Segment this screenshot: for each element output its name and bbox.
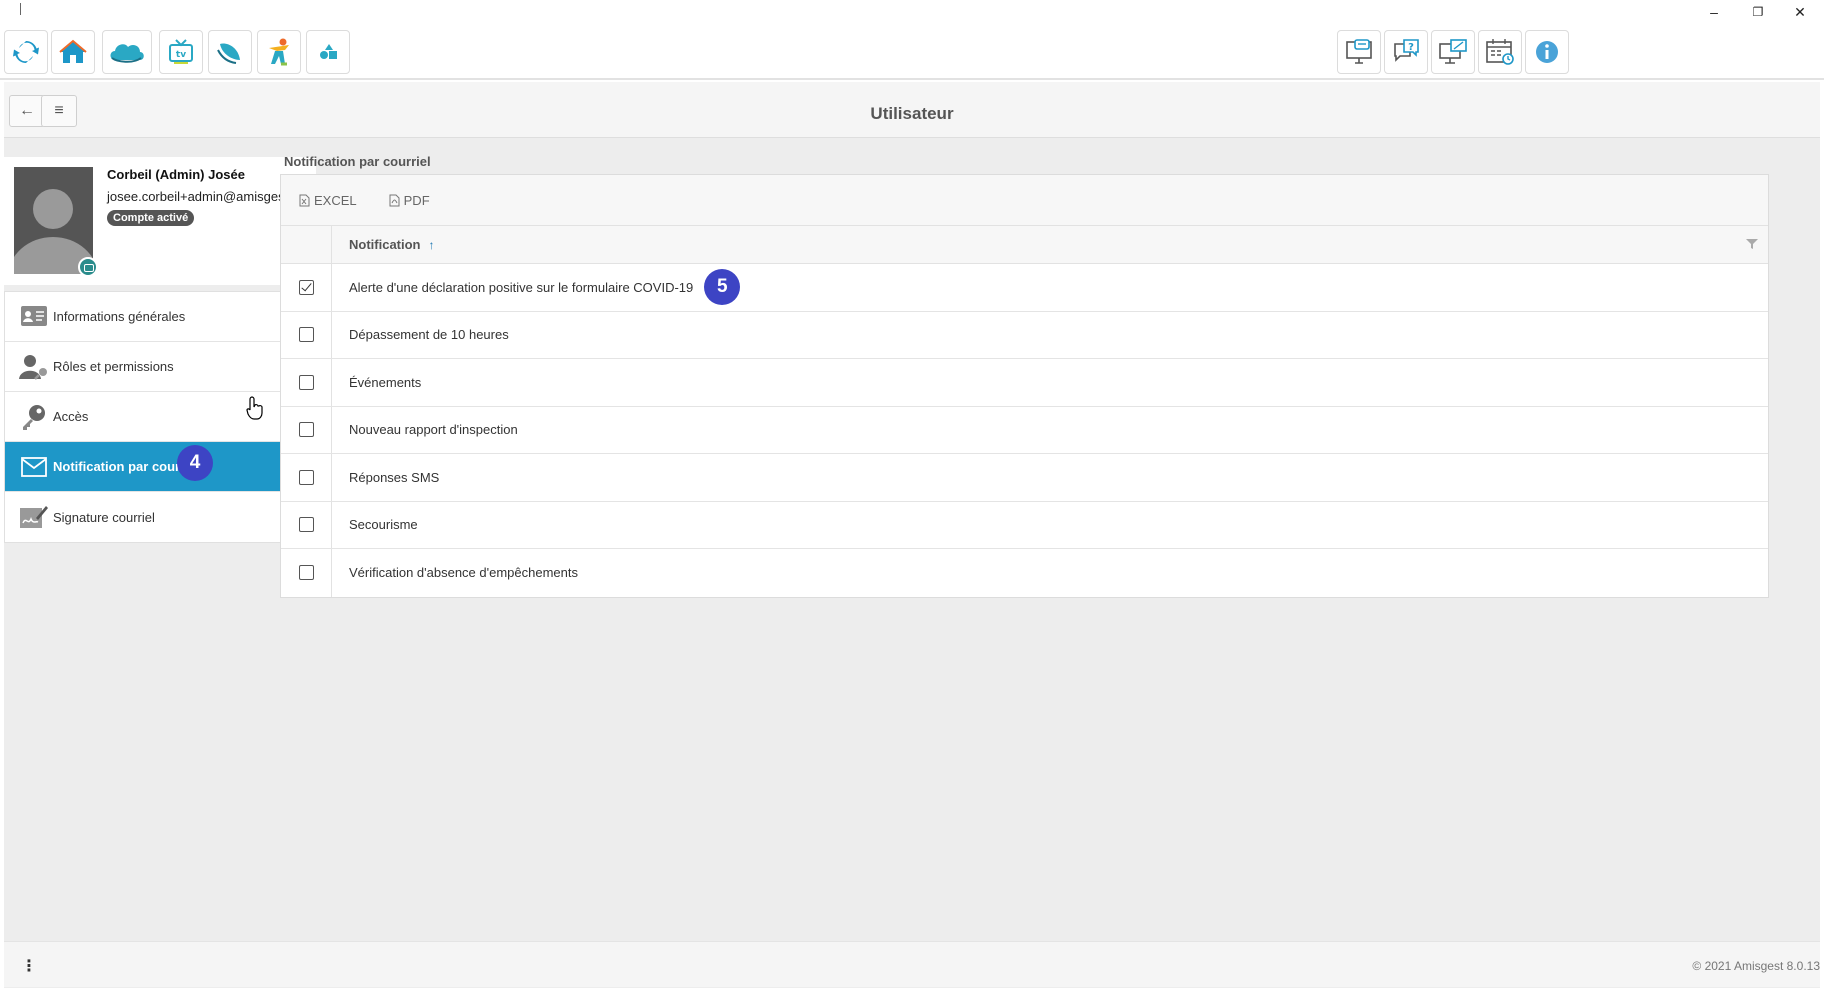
notification-grid: EXCEL PDF Notification ↑ Alerte d'une dé… bbox=[280, 174, 1769, 598]
export-pdf-button[interactable]: PDF bbox=[389, 193, 430, 208]
envelope-icon bbox=[19, 453, 49, 481]
close-button[interactable]: ✕ bbox=[1789, 2, 1811, 22]
sidebar-item-roles-permissions[interactable]: Rôles et permissions bbox=[5, 342, 315, 392]
minimize-button[interactable]: – bbox=[1703, 2, 1725, 22]
id-card-icon bbox=[19, 303, 49, 331]
monitor-chat-icon bbox=[1346, 39, 1372, 64]
user-name: Corbeil (Admin) Josée bbox=[107, 167, 245, 182]
svg-text:?: ? bbox=[1408, 42, 1414, 53]
page-header: ← ≡ Utilisateur bbox=[4, 82, 1820, 138]
key-icon bbox=[19, 403, 49, 431]
pdf-file-icon bbox=[389, 194, 400, 206]
monitor-sync-icon bbox=[1439, 39, 1467, 64]
user-key-icon bbox=[19, 353, 49, 381]
table-row: Réponses SMS bbox=[281, 454, 1768, 502]
hand-pointer-icon bbox=[246, 396, 263, 420]
table-row: Vérification d'absence d'empêchements bbox=[281, 549, 1768, 597]
leaf-button[interactable] bbox=[208, 30, 252, 74]
window-titlebar: – ❐ ✕ bbox=[0, 0, 1824, 24]
row-label: Réponses SMS bbox=[349, 469, 440, 485]
step-badge: 4 bbox=[177, 445, 213, 481]
column-header-notification[interactable]: Notification ↑ bbox=[332, 226, 1768, 263]
row-checkbox[interactable] bbox=[298, 517, 314, 533]
row-label: Vérification d'absence d'empêchements bbox=[349, 565, 578, 581]
figure-button[interactable] bbox=[257, 30, 301, 74]
monitor-sync-button[interactable] bbox=[1431, 30, 1475, 74]
grid-header-row: Notification ↑ bbox=[281, 226, 1768, 264]
sidebar-item-informations-generales[interactable]: Informations générales bbox=[5, 292, 315, 342]
help-chat-button[interactable]: ? bbox=[1384, 30, 1428, 74]
svg-text:tv: tv bbox=[176, 50, 186, 60]
export-excel-button[interactable]: EXCEL bbox=[299, 193, 357, 208]
refresh-icon bbox=[13, 40, 39, 64]
row-label: Dépassement de 10 heures bbox=[349, 327, 509, 343]
header-check-column bbox=[281, 226, 332, 263]
export-excel-label: EXCEL bbox=[314, 192, 357, 208]
row-checkbox[interactable] bbox=[298, 374, 314, 390]
sort-ascending-icon: ↑ bbox=[428, 237, 435, 252]
section-title: Notification par courriel bbox=[284, 154, 431, 169]
table-row: Secourisme bbox=[281, 501, 1768, 549]
info-button[interactable] bbox=[1525, 30, 1569, 74]
table-row: Dépassement de 10 heures bbox=[281, 311, 1768, 359]
refresh-button[interactable] bbox=[4, 30, 48, 74]
app-body: ← ≡ Utilisateur Corbeil (Admin) Josée jo… bbox=[4, 82, 1820, 988]
leaf-icon bbox=[217, 43, 240, 64]
row-label: Événements bbox=[349, 374, 422, 390]
info-icon bbox=[1536, 41, 1558, 63]
row-checkbox[interactable] bbox=[298, 422, 314, 438]
sidebar-item-notification-courriel[interactable]: Notification par courriel 4 bbox=[5, 442, 315, 492]
sidebar-item-signature-courriel[interactable]: Signature courriel bbox=[5, 492, 315, 542]
cloud-button[interactable] bbox=[102, 30, 152, 74]
user-side-menu: Informations générales Rôles et permissi… bbox=[4, 291, 316, 543]
table-row: Alerte d'une déclaration positive sur le… bbox=[281, 264, 1768, 312]
column-header-label: Notification bbox=[349, 237, 421, 252]
status-badge: Compte activé bbox=[107, 210, 195, 226]
row-checkbox[interactable] bbox=[298, 469, 314, 485]
shapes-icon bbox=[320, 44, 337, 59]
page-footer: ⋮ © 2021 Amisgest 8.0.13 bbox=[4, 941, 1820, 987]
table-row: Événements bbox=[281, 359, 1768, 407]
figure-icon bbox=[269, 38, 289, 66]
grid-toolbar: EXCEL PDF bbox=[281, 175, 1768, 226]
user-profile-card: Corbeil (Admin) Josée josee.corbeil+admi… bbox=[4, 157, 316, 285]
tv-icon: tv bbox=[169, 39, 193, 64]
more-options-button[interactable]: ⋮ bbox=[21, 956, 37, 976]
table-row: Nouveau rapport d'inspection bbox=[281, 406, 1768, 454]
row-checkbox[interactable] bbox=[298, 279, 314, 295]
monitor-chat-button[interactable] bbox=[1337, 30, 1381, 74]
help-chat-icon: ? bbox=[1394, 39, 1419, 62]
page-title: Utilisateur bbox=[870, 104, 954, 123]
text-caret bbox=[20, 3, 21, 15]
calendar-clock-icon bbox=[1486, 39, 1514, 65]
signature-icon bbox=[19, 503, 49, 531]
shapes-button[interactable] bbox=[306, 30, 350, 74]
filter-icon[interactable] bbox=[1746, 238, 1758, 250]
step-badge: 5 bbox=[704, 269, 741, 306]
sidebar-item-label: Informations générales bbox=[53, 309, 186, 324]
row-checkbox[interactable] bbox=[298, 565, 314, 581]
camera-icon[interactable] bbox=[78, 257, 98, 277]
home-icon bbox=[59, 39, 87, 63]
cloud-icon bbox=[110, 44, 144, 63]
restore-button[interactable]: ❐ bbox=[1747, 2, 1769, 22]
calendar-button[interactable] bbox=[1478, 30, 1522, 74]
tv-button[interactable]: tv bbox=[159, 30, 203, 74]
sidebar-item-label: Rôles et permissions bbox=[53, 359, 174, 374]
row-label: Secourisme bbox=[349, 517, 418, 533]
home-button[interactable] bbox=[51, 30, 95, 74]
row-label: Nouveau rapport d'inspection bbox=[349, 422, 518, 438]
copyright-text: © 2021 Amisgest 8.0.13 bbox=[1692, 959, 1820, 973]
row-checkbox[interactable] bbox=[298, 327, 314, 343]
excel-file-icon bbox=[299, 194, 310, 206]
sidebar-item-label: Accès bbox=[53, 409, 89, 424]
app-toolbar: tv ? bbox=[0, 24, 1824, 80]
export-pdf-label: PDF bbox=[403, 192, 430, 208]
user-email: josee.corbeil+admin@amisgest.ca bbox=[107, 189, 306, 204]
sidebar-item-label: Signature courriel bbox=[53, 509, 155, 525]
row-label: Alerte d'une déclaration positive sur le… bbox=[349, 279, 694, 295]
sidebar-item-acces[interactable]: Accès bbox=[5, 392, 315, 442]
